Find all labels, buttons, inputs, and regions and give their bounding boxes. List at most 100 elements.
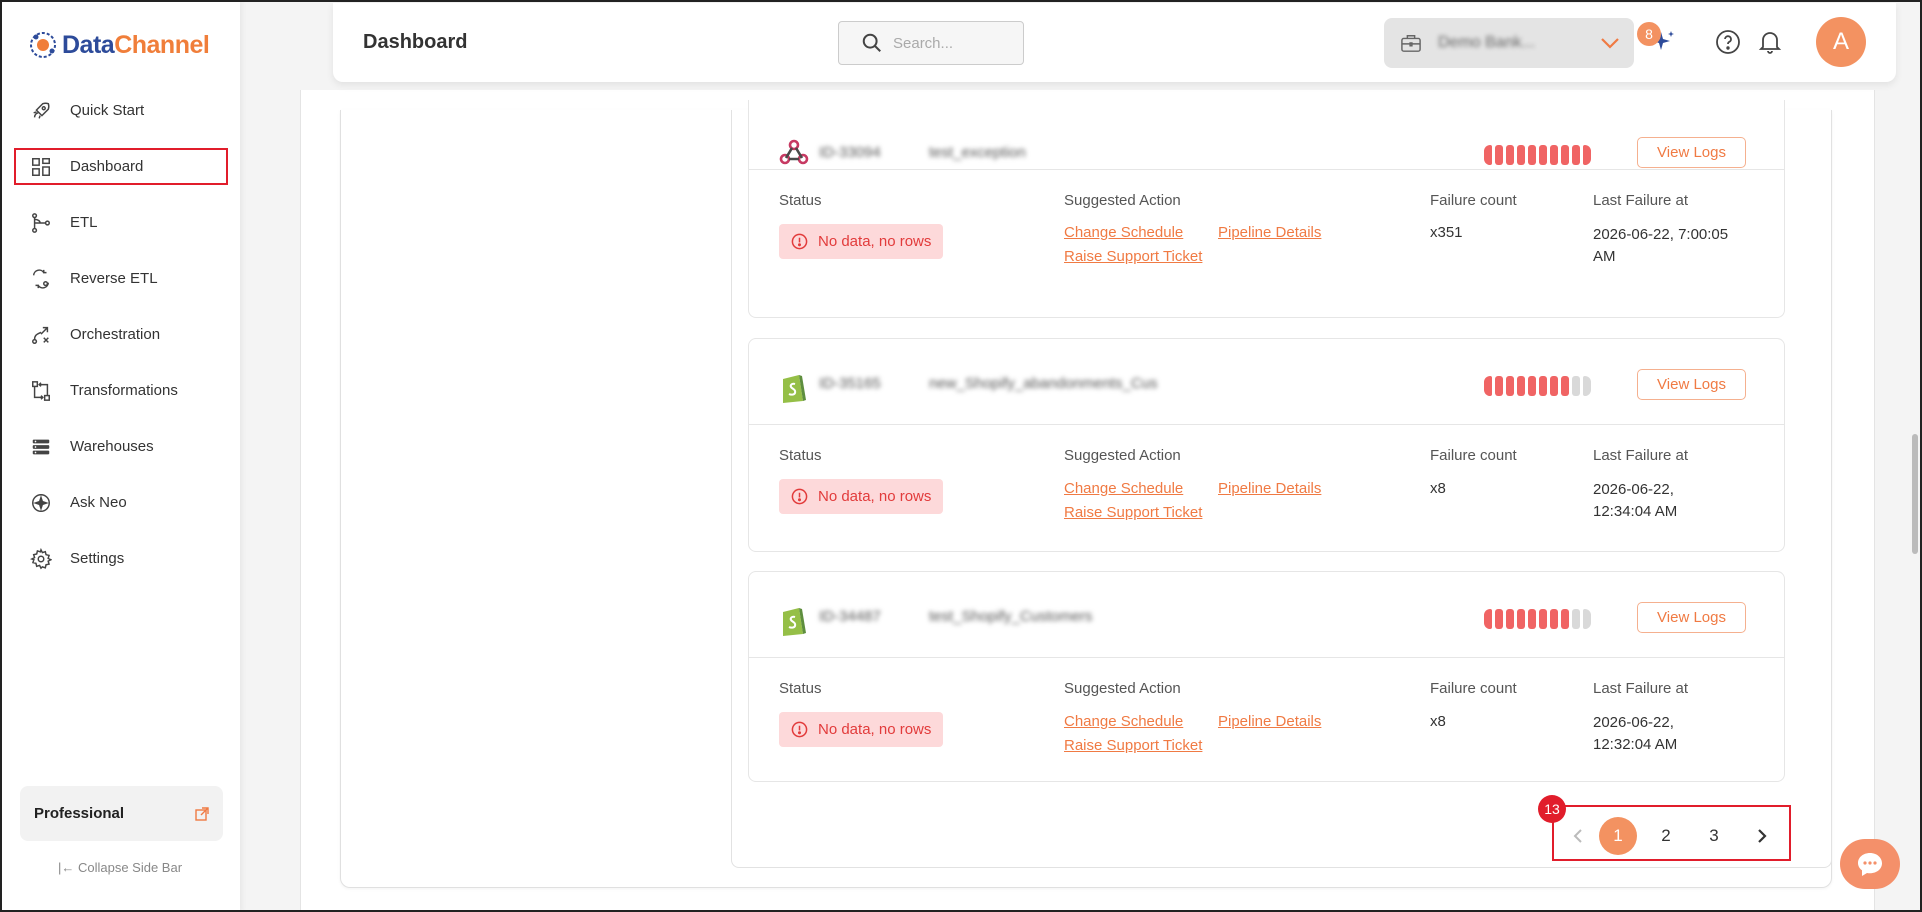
notifications-button[interactable]	[1755, 27, 1785, 57]
sidebar-item-label: ETL	[70, 214, 98, 231]
pipeline-failure-card: ID-35165 new_Shopify_abandonments_Cus Vi…	[748, 338, 1785, 552]
sidebar-item-orchestration[interactable]: Orchestration	[14, 316, 228, 353]
run-bar-failed[interactable]	[1495, 609, 1503, 629]
raise-support-ticket-link[interactable]: Raise Support Ticket	[1064, 737, 1202, 754]
page-button-1[interactable]: 1	[1599, 817, 1637, 855]
datachannel-logo-icon	[30, 32, 56, 58]
sidebar-nav: Quick Start Dashboard ETL Reverse ETL Or…	[14, 92, 228, 596]
raise-support-ticket-link[interactable]: Raise Support Ticket	[1064, 504, 1202, 521]
run-bar-failed[interactable]	[1561, 145, 1569, 165]
run-bar-failed[interactable]	[1517, 145, 1525, 165]
pipeline-details-link[interactable]: Pipeline Details	[1218, 224, 1321, 241]
run-bar-failed[interactable]	[1572, 145, 1580, 165]
run-bar-failed[interactable]	[1561, 376, 1569, 396]
change-schedule-link[interactable]: Change Schedule	[1064, 713, 1183, 730]
chat-support-button[interactable]	[1840, 839, 1900, 889]
chevron-left-icon	[1573, 829, 1582, 843]
search-placeholder: Search...	[893, 34, 954, 52]
help-button[interactable]	[1713, 27, 1743, 57]
run-bar-failed[interactable]	[1506, 145, 1514, 165]
chat-bubble-icon	[1858, 853, 1882, 876]
failure-count-label: Failure count	[1430, 680, 1517, 697]
shopify-icon	[783, 375, 806, 403]
datachannel-logo[interactable]: DataChannel	[28, 30, 210, 60]
view-logs-button[interactable]: View Logs	[1637, 369, 1746, 400]
failure-count-label: Failure count	[1430, 447, 1517, 464]
run-bar-pending[interactable]	[1583, 609, 1591, 629]
run-bar-failed[interactable]	[1528, 376, 1536, 396]
reverse-etl-icon	[32, 268, 50, 289]
pipeline-details-link[interactable]: Pipeline Details	[1218, 713, 1321, 730]
sidebar-item-label: Orchestration	[70, 326, 161, 343]
sidebar-item-ask-neo[interactable]: Ask Neo	[14, 484, 228, 521]
collapse-sidebar-button[interactable]: |← Collapse Side Bar	[0, 860, 240, 875]
card-header: ID-34487 test_Shopify_Customers View Log…	[749, 572, 1784, 658]
pipeline-details-link[interactable]: Pipeline Details	[1218, 480, 1321, 497]
view-logs-button[interactable]: View Logs	[1637, 137, 1746, 168]
sidebar-item-label: Dashboard	[70, 158, 144, 175]
status-badge: No data, no rows	[779, 712, 943, 747]
help-icon	[1716, 30, 1740, 54]
change-schedule-link[interactable]: Change Schedule	[1064, 480, 1183, 497]
run-bar-failed[interactable]	[1495, 145, 1503, 165]
run-bar-failed[interactable]	[1550, 145, 1558, 165]
sidebar-item-etl[interactable]: ETL	[14, 204, 228, 241]
sidebar-item-label: Settings	[70, 550, 125, 567]
run-bar-failed[interactable]	[1539, 609, 1547, 629]
raise-support-ticket-link[interactable]: Raise Support Ticket	[1064, 248, 1202, 265]
run-bar-failed[interactable]	[1539, 145, 1547, 165]
run-bar-pending[interactable]	[1572, 376, 1580, 396]
change-schedule-link[interactable]: Change Schedule	[1064, 224, 1183, 241]
external-link-icon[interactable]	[195, 806, 209, 821]
chevron-down-icon	[1601, 38, 1619, 49]
workspace-selector[interactable]: Demo Bank...	[1384, 18, 1634, 68]
page-button-2[interactable]: 2	[1647, 817, 1685, 855]
last-failure-label: Last Failure at	[1593, 680, 1689, 697]
sidebar-item-dashboard[interactable]: Dashboard	[14, 148, 228, 185]
run-bar-failed[interactable]	[1484, 609, 1492, 629]
run-bar-failed[interactable]	[1517, 376, 1525, 396]
plan-card[interactable]: Professional	[20, 786, 223, 841]
run-bar-failed[interactable]	[1583, 145, 1591, 165]
sidebar-item-quick-start[interactable]: Quick Start	[14, 92, 228, 129]
run-bar-failed[interactable]	[1517, 609, 1525, 629]
run-bar-failed[interactable]	[1550, 376, 1558, 396]
run-bar-failed[interactable]	[1561, 609, 1569, 629]
status-label: Status	[779, 680, 822, 697]
user-avatar[interactable]: A	[1816, 17, 1866, 67]
page-scrollbar[interactable]	[1912, 434, 1918, 554]
run-history-bars	[1484, 376, 1591, 396]
sidebar-item-reverse-etl[interactable]: Reverse ETL	[14, 260, 228, 297]
prev-page-button[interactable]	[1559, 817, 1597, 855]
run-bar-pending[interactable]	[1583, 376, 1591, 396]
view-logs-button[interactable]: View Logs	[1637, 602, 1746, 633]
ask-neo-icon	[32, 493, 50, 512]
run-bar-failed[interactable]	[1484, 376, 1492, 396]
sidebar-item-settings[interactable]: Settings	[14, 540, 228, 577]
pipeline-name[interactable]: test_Shopify_Customers	[929, 608, 1092, 625]
sidebar-item-warehouses[interactable]: Warehouses	[14, 428, 228, 465]
run-bar-failed[interactable]	[1495, 376, 1503, 396]
card-body: Status No data, no rows Suggested Action…	[749, 425, 1784, 553]
pipeline-name[interactable]: test_exception	[929, 144, 1026, 161]
search-input[interactable]: Search...	[838, 21, 1024, 65]
run-bar-pending[interactable]	[1572, 609, 1580, 629]
run-bar-failed[interactable]	[1528, 609, 1536, 629]
card-body: Status No data, no rows Suggested Action…	[749, 170, 1784, 298]
run-bar-failed[interactable]	[1484, 145, 1492, 165]
run-bar-failed[interactable]	[1506, 376, 1514, 396]
suggested-action-label: Suggested Action	[1064, 192, 1181, 209]
sidebar-item-transformations[interactable]: Transformations	[14, 372, 228, 409]
next-page-button[interactable]	[1743, 817, 1781, 855]
run-bar-failed[interactable]	[1539, 376, 1547, 396]
briefcase-icon	[1401, 35, 1421, 52]
sidebar-item-label: Quick Start	[70, 102, 145, 119]
run-bar-failed[interactable]	[1506, 609, 1514, 629]
pipeline-name[interactable]: new_Shopify_abandonments_Cus	[929, 375, 1158, 392]
warehouses-icon	[32, 439, 50, 454]
run-bar-failed[interactable]	[1528, 145, 1536, 165]
sidebar-item-label: Reverse ETL	[70, 270, 158, 287]
page-button-3[interactable]: 3	[1695, 817, 1733, 855]
search-icon	[862, 33, 881, 52]
run-bar-failed[interactable]	[1550, 609, 1558, 629]
